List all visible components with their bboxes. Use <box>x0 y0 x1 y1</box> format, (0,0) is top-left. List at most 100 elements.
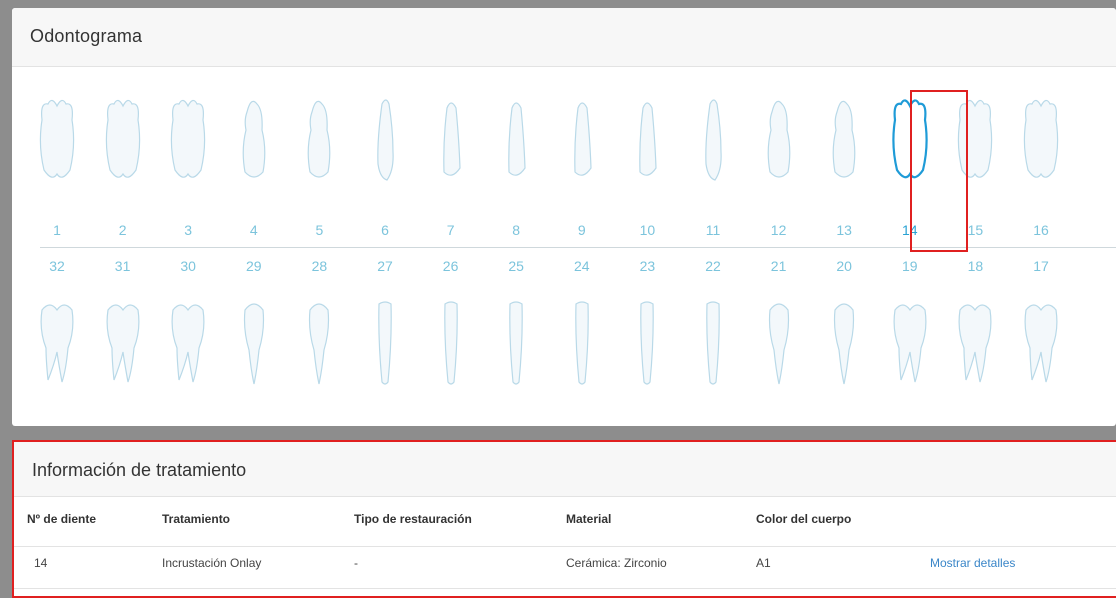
tooth-icon <box>639 102 657 176</box>
tooth-11[interactable] <box>688 90 738 190</box>
tooth-icon <box>767 100 790 178</box>
tooth-number[interactable]: 11 <box>693 222 733 238</box>
tooth-23[interactable] <box>622 290 672 390</box>
tooth-16[interactable] <box>1016 90 1066 190</box>
tooth-icon <box>40 304 74 383</box>
tooth-number[interactable]: 30 <box>168 258 208 274</box>
tooth-number[interactable]: 25 <box>496 258 536 274</box>
col-restoration-type: Tipo de restauración <box>354 512 472 526</box>
tooth-number[interactable]: 10 <box>627 222 667 238</box>
tooth-icon <box>242 100 266 178</box>
tooth-icon <box>834 303 855 385</box>
tooth-2[interactable] <box>98 90 148 190</box>
tooth-number[interactable]: 21 <box>759 258 799 274</box>
selected-tooth-highlight <box>910 90 968 252</box>
tooth-icon <box>893 304 927 383</box>
show-details-link[interactable]: Mostrar detalles <box>930 556 1015 570</box>
tooth-18[interactable] <box>950 290 1000 390</box>
treatment-info-panel: Información de tratamiento Nº de diente … <box>12 440 1116 598</box>
tooth-number[interactable]: 23 <box>627 258 667 274</box>
tooth-1[interactable] <box>32 90 82 190</box>
tooth-26[interactable] <box>426 290 476 390</box>
tooth-icon <box>832 100 856 178</box>
tooth-icon <box>508 102 526 176</box>
cell-tooth-number: 14 <box>34 556 48 570</box>
tooth-number[interactable]: 22 <box>693 258 733 274</box>
odontogram-header: Odontograma <box>12 8 1116 67</box>
tooth-icon <box>705 99 722 181</box>
tooth-22[interactable] <box>688 290 738 390</box>
tooth-5[interactable] <box>294 90 344 190</box>
tooth-17[interactable] <box>1016 290 1066 390</box>
tooth-7[interactable] <box>426 90 476 190</box>
tooth-number[interactable]: 3 <box>168 222 208 238</box>
tooth-icon <box>170 99 206 178</box>
tooth-icon <box>105 99 140 178</box>
treatment-info-header: Información de tratamiento <box>14 442 1116 497</box>
tooth-20[interactable] <box>819 290 869 390</box>
tooth-number[interactable]: 13 <box>824 222 864 238</box>
col-treatment: Tratamiento <box>162 512 231 526</box>
tooth-number[interactable]: 5 <box>299 222 339 238</box>
tooth-number[interactable]: 20 <box>824 258 864 274</box>
tooth-number[interactable]: 6 <box>365 222 405 238</box>
tooth-28[interactable] <box>294 290 344 390</box>
tooth-6[interactable] <box>360 90 410 190</box>
lower-arch <box>12 290 1116 390</box>
tooth-icon <box>308 100 331 178</box>
tooth-32[interactable] <box>32 290 82 390</box>
tooth-30[interactable] <box>163 290 213 390</box>
cell-treatment: Incrustación Onlay <box>162 556 262 570</box>
tooth-number[interactable]: 28 <box>299 258 339 274</box>
col-body-color: Color del cuerpo <box>756 512 852 526</box>
tooth-icon <box>1024 304 1058 383</box>
tooth-10[interactable] <box>622 90 672 190</box>
tooth-number[interactable]: 16 <box>1021 222 1061 238</box>
tooth-29[interactable] <box>229 290 279 390</box>
tooth-13[interactable] <box>819 90 869 190</box>
tooth-24[interactable] <box>557 290 607 390</box>
cell-restoration-type: - <box>354 556 358 570</box>
cell-material: Cerámica: Zirconio <box>566 556 667 570</box>
tooth-number[interactable]: 7 <box>431 222 471 238</box>
tooth-number[interactable]: 26 <box>431 258 471 274</box>
tooth-icon <box>509 301 523 385</box>
tooth-number[interactable]: 17 <box>1021 258 1061 274</box>
tooth-number[interactable]: 31 <box>103 258 143 274</box>
tooth-number[interactable]: 19 <box>890 258 930 274</box>
tooth-number[interactable]: 12 <box>759 222 799 238</box>
tooth-31[interactable] <box>98 290 148 390</box>
tooth-number[interactable]: 27 <box>365 258 405 274</box>
tooth-icon <box>171 304 205 383</box>
tooth-icon <box>768 303 789 385</box>
header-separator <box>14 546 1116 547</box>
tooth-icon <box>442 102 461 176</box>
tooth-number[interactable]: 29 <box>234 258 274 274</box>
tooth-icon <box>377 99 394 181</box>
tooth-number[interactable]: 8 <box>496 222 536 238</box>
tooth-icon <box>378 301 392 385</box>
cell-body-color: A1 <box>756 556 771 570</box>
tooth-21[interactable] <box>754 290 804 390</box>
tooth-25[interactable] <box>491 290 541 390</box>
tooth-icon <box>640 301 655 385</box>
tooth-number[interactable]: 24 <box>562 258 602 274</box>
tooth-number[interactable]: 1 <box>37 222 77 238</box>
tooth-number[interactable]: 18 <box>955 258 995 274</box>
tooth-3[interactable] <box>163 90 213 190</box>
tooth-icon <box>106 304 140 383</box>
tooth-icon <box>1023 99 1059 178</box>
tooth-icon <box>39 99 75 178</box>
tooth-number[interactable]: 2 <box>103 222 143 238</box>
tooth-icon <box>958 304 992 383</box>
tooth-number[interactable]: 4 <box>234 222 274 238</box>
tooth-19[interactable] <box>885 290 935 390</box>
tooth-number[interactable]: 32 <box>37 258 77 274</box>
tooth-4[interactable] <box>229 90 279 190</box>
treatment-info-title: Información de tratamiento <box>32 460 247 480</box>
tooth-9[interactable] <box>557 90 607 190</box>
tooth-number[interactable]: 9 <box>562 222 602 238</box>
tooth-27[interactable] <box>360 290 410 390</box>
tooth-12[interactable] <box>754 90 804 190</box>
tooth-8[interactable] <box>491 90 541 190</box>
